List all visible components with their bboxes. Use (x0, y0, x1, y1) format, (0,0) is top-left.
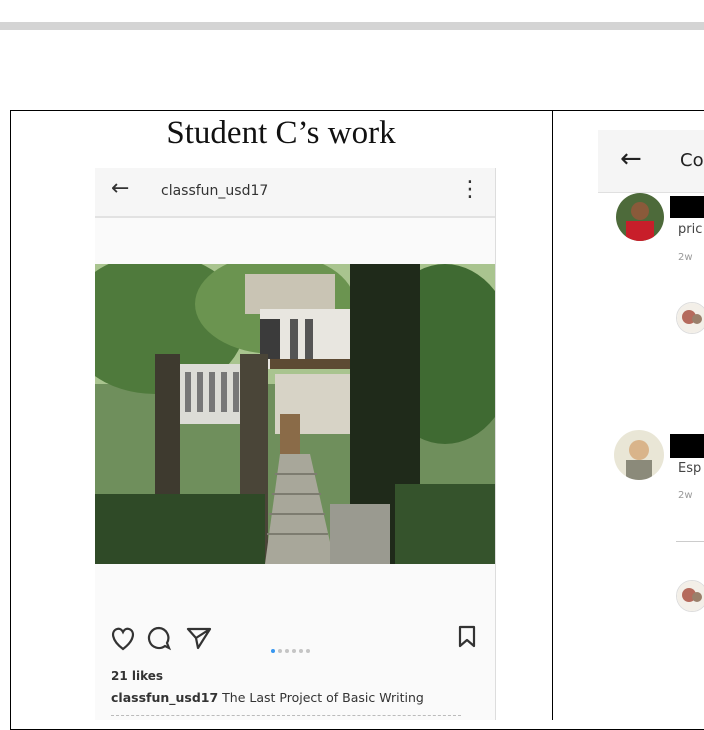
instagram-post-screen: ← classfun_usd17 ⋮ 21 likes classfun_usd… (95, 168, 496, 720)
top-cut-strip (0, 0, 704, 30)
figure-caption: Student C’s work (166, 115, 396, 151)
carousel-dot (271, 649, 275, 653)
carousel-indicator (271, 638, 313, 657)
post-header: ← classfun_usd17 ⋮ (95, 168, 495, 218)
comment-icon[interactable] (145, 625, 173, 655)
top-strip-bar (0, 22, 704, 30)
carousel-dot (285, 649, 289, 653)
comment-time: 2w (678, 252, 693, 263)
bookmark-icon[interactable] (457, 625, 477, 653)
redacted-username (670, 196, 704, 218)
caption-username[interactable]: classfun_usd17 (111, 690, 218, 705)
post-caption: classfun_usd17 The Last Project of Basic… (111, 690, 424, 705)
comments-header: ← Co (598, 130, 704, 193)
post-photo[interactable] (95, 264, 495, 564)
caption-text: The Last Project of Basic Writing (218, 690, 424, 705)
carousel-dot (299, 649, 303, 653)
figure-divider (552, 110, 553, 720)
avatar[interactable] (616, 193, 664, 241)
comment-text: pric (678, 222, 703, 237)
heart-icon[interactable] (109, 625, 137, 655)
comment-time: 2w (678, 490, 693, 501)
comment-divider (676, 541, 704, 542)
caption-underline (111, 715, 461, 716)
more-vertical-icon[interactable]: ⋮ (459, 177, 481, 202)
post-actions (95, 623, 495, 659)
likes-count[interactable]: 21 likes (111, 669, 163, 683)
send-icon[interactable] (185, 625, 213, 655)
back-arrow-icon[interactable]: ← (111, 176, 129, 201)
back-arrow-icon[interactable]: ← (620, 144, 642, 174)
carousel-dot (306, 649, 310, 653)
avatar[interactable] (614, 430, 664, 480)
carousel-dot (292, 649, 296, 653)
comment-text: Esp (678, 461, 702, 476)
garden-house-photo (95, 264, 495, 564)
reply-avatar[interactable] (676, 302, 704, 334)
comments-title: Co (680, 150, 704, 171)
redacted-username (670, 434, 704, 458)
post-username[interactable]: classfun_usd17 (161, 183, 268, 199)
comments-screen: ← Co pric 2w Esp 2w (598, 130, 704, 720)
reply-avatar[interactable] (676, 580, 704, 612)
carousel-dot (278, 649, 282, 653)
